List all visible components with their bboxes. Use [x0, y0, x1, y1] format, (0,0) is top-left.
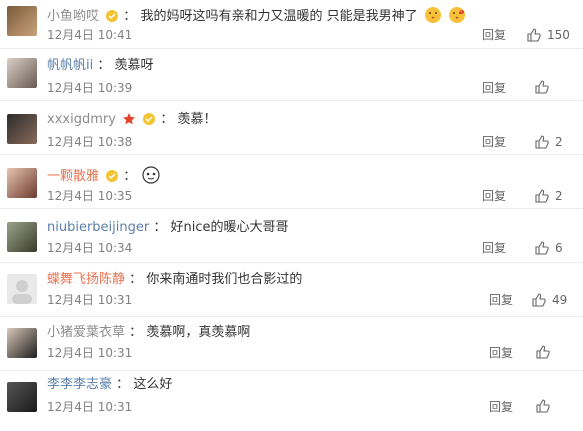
like-count: 2	[555, 135, 563, 149]
comment-line: xxxigdmry ： 羡慕！	[47, 112, 217, 127]
avatar[interactable]	[7, 168, 37, 198]
comment-username[interactable]: niubierbeijinger	[47, 220, 149, 235]
comment-text: 你来南通时我们也合影过的	[146, 272, 303, 287]
reply-button[interactable]: 回复	[489, 292, 513, 308]
comment-text: 羡慕呀	[114, 58, 154, 73]
thumbs-up-icon	[536, 399, 550, 413]
divider	[0, 100, 583, 101]
like-button[interactable]	[536, 345, 550, 359]
reply-button[interactable]: 回复	[482, 240, 506, 256]
thumbs-up-icon	[535, 189, 549, 203]
like-button[interactable]: 49	[532, 292, 567, 308]
cat-emoji-icon	[142, 166, 161, 184]
vip-badge-icon	[143, 113, 156, 125]
comment-time: 12月4日 10:34	[47, 241, 133, 255]
comment-time: 12月4日 10:35	[47, 189, 133, 203]
thumbs-up-icon	[535, 241, 549, 255]
like-button[interactable]: 2	[535, 134, 563, 150]
avatar[interactable]	[7, 222, 37, 252]
comment-line: 小猪爱葉衣草 ： 羡慕啊，真羡慕啊	[47, 325, 251, 340]
comment-username[interactable]: 李李李志豪	[47, 377, 112, 392]
comment-text: 羡慕啊，真羡慕啊	[146, 325, 251, 340]
avatar[interactable]	[7, 274, 37, 304]
comment-text: 我的妈呀这吗有亲和力又温暖的 只能是我男神了	[140, 9, 418, 24]
star-badge-icon	[123, 113, 136, 125]
comment-time: 12月4日 10:41	[47, 28, 133, 42]
comment-time: 12月4日 10:31	[47, 346, 133, 360]
thumbs-up-icon	[532, 293, 546, 307]
like-count: 6	[555, 241, 563, 255]
reply-button[interactable]: 回复	[482, 27, 506, 43]
default-avatar-icon	[12, 280, 32, 304]
avatar[interactable]	[7, 114, 37, 144]
comment-time: 12月4日 10:31	[47, 400, 133, 414]
avatar[interactable]	[7, 328, 37, 358]
divider	[0, 208, 583, 209]
like-button[interactable]: 150	[527, 27, 570, 43]
comment-text: 这么好	[133, 377, 173, 392]
like-button[interactable]	[535, 80, 549, 94]
thumbs-up-icon	[535, 135, 549, 149]
vip-badge-icon	[106, 170, 119, 182]
divider	[0, 316, 583, 317]
comment-time: 12月4日 10:31	[47, 293, 133, 307]
comment-time: 12月4日 10:38	[47, 135, 133, 149]
comment-line: niubierbeijinger ： 好nice的暖心大哥哥	[47, 220, 289, 235]
like-button[interactable]	[536, 399, 550, 413]
avatar[interactable]	[7, 6, 37, 36]
divider	[0, 48, 583, 49]
thumbs-up-icon	[527, 28, 541, 42]
comment-line: 小鱼哟哎 ： 我的妈呀这吗有亲和力又温暖的 只能是我男神了	[47, 6, 466, 25]
thumbs-up-icon	[536, 345, 550, 359]
comment-list: 小鱼哟哎 ： 我的妈呀这吗有亲和力又温暖的 只能是我男神了 12月4日 10:4…	[0, 0, 583, 431]
vip-badge-icon	[106, 10, 119, 22]
like-count: 2	[555, 189, 563, 203]
comment-line: 蝶舞飞扬陈静 ： 你来南通时我们也合影过的	[47, 272, 303, 287]
like-button[interactable]: 2	[535, 188, 563, 204]
comment-time: 12月4日 10:39	[47, 81, 133, 95]
reply-button[interactable]: 回复	[482, 80, 506, 96]
like-count: 150	[547, 28, 570, 42]
reply-button[interactable]: 回复	[482, 134, 506, 150]
thumbs-up-icon	[535, 80, 549, 94]
comment-line: 帆帆帆ii ： 羡慕呀	[47, 58, 154, 73]
comment-text: 好nice的暖心大哥哥	[170, 220, 289, 235]
comment-username[interactable]: 小鱼哟哎	[47, 9, 99, 24]
comment-text: 羡慕！	[177, 112, 217, 127]
avatar[interactable]	[7, 382, 37, 412]
kiss-emoji-icon	[448, 7, 465, 23]
reply-button[interactable]: 回复	[482, 188, 506, 204]
like-count: 49	[552, 293, 568, 307]
comment-line: 一颗散雅 ：	[47, 166, 161, 185]
comment-username[interactable]: 蝶舞飞扬陈静	[47, 272, 125, 287]
comment-line: 李李李志豪 ： 这么好	[47, 377, 173, 392]
kiss-emoji-icon	[424, 7, 441, 23]
comment-username[interactable]: 帆帆帆ii	[47, 58, 93, 73]
divider	[0, 154, 583, 155]
divider	[0, 370, 583, 371]
comment-username[interactable]: 小猪爱葉衣草	[47, 325, 125, 340]
divider	[0, 262, 583, 263]
reply-button[interactable]: 回复	[489, 399, 513, 415]
avatar[interactable]	[7, 58, 37, 88]
reply-button[interactable]: 回复	[489, 345, 513, 361]
comment-username[interactable]: xxxigdmry	[47, 112, 116, 127]
comment-username[interactable]: 一颗散雅	[47, 169, 99, 184]
like-button[interactable]: 6	[535, 240, 563, 256]
